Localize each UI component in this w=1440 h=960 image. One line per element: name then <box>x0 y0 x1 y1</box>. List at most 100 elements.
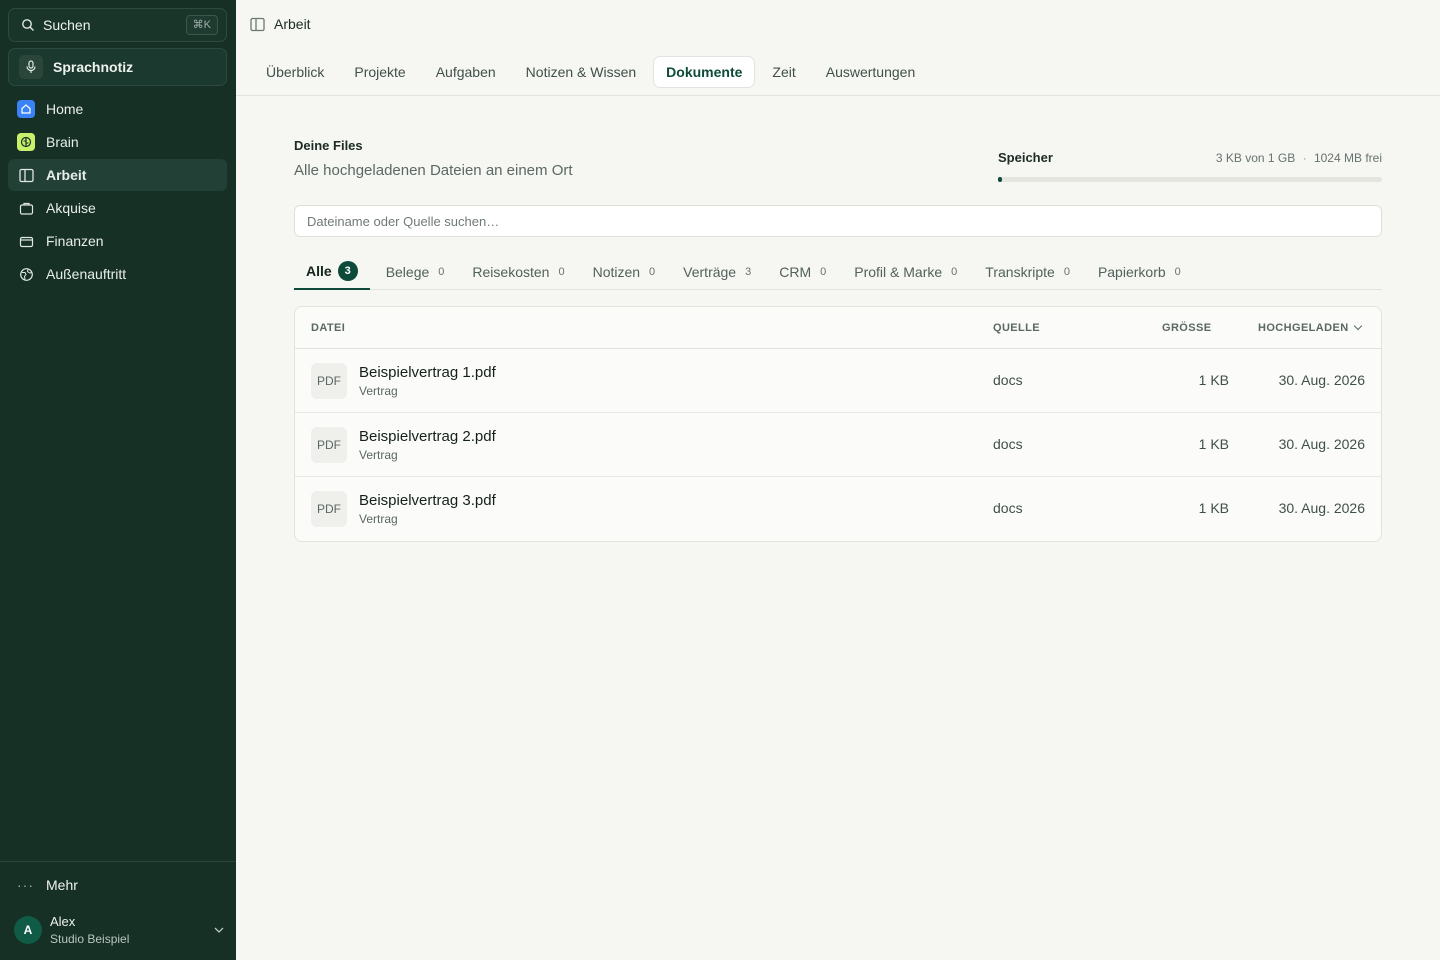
sidebar-item-label: Akquise <box>46 200 96 216</box>
file-source: docs <box>993 500 1023 516</box>
category-tab-4[interactable]: Verträge 3 <box>671 253 763 290</box>
file-size: 1 KB <box>1198 500 1229 516</box>
storage-bar <box>998 177 1382 182</box>
category-tab-label: Profil & Marke <box>854 263 943 280</box>
globe-icon <box>17 265 35 283</box>
file-search-input[interactable] <box>295 206 1381 236</box>
table-row[interactable]: PDF Beispielvertrag 1.pdf Vertrag docs 1 KB 3… <box>295 349 1381 413</box>
main-area: Arbeit Überblick Projekte Aufgaben Notiz… <box>236 0 1440 960</box>
category-tab-label: CRM <box>779 263 812 280</box>
file-category: Vertrag <box>359 448 398 462</box>
category-tab-count: 0 <box>820 265 827 278</box>
sidebar-item-finanzen[interactable]: Finanzen <box>8 225 227 257</box>
sort-chevron-icon <box>1353 321 1362 331</box>
search-label: Suchen <box>43 17 91 33</box>
file-type-badge: PDF <box>311 363 347 399</box>
category-tab-count: 0 <box>649 265 656 278</box>
files-table: DATEI QUELLE GRÖSSE HOCHGELADEN PDF Beisp… <box>294 306 1382 542</box>
category-tab-8[interactable]: Papierkorb 0 <box>1086 253 1193 290</box>
file-source: docs <box>993 372 1023 388</box>
section-title: Deine Files <box>294 138 363 153</box>
top-bar: Arbeit <box>236 0 1440 48</box>
category-tab-label: Notizen <box>592 263 641 280</box>
category-tab-2[interactable]: Reisekosten 0 <box>460 253 576 290</box>
category-tab-count: 3 <box>745 265 752 278</box>
file-search-field[interactable] <box>294 205 1382 237</box>
more-button[interactable]: ··· Mehr <box>17 874 78 896</box>
table-row[interactable]: PDF Beispielvertrag 3.pdf Vertrag docs 1 KB 3… <box>295 477 1381 541</box>
file-source: docs <box>993 436 1023 452</box>
tab-dokumente[interactable]: Dokumente <box>653 55 756 88</box>
category-tab-count: 0 <box>1174 265 1181 278</box>
category-tab-label: Transkripte <box>985 263 1055 280</box>
section-tabs: Überblick Projekte Aufgaben Notizen & Wi… <box>236 48 1440 96</box>
storage-bar-fill <box>998 177 1002 182</box>
category-tab-5[interactable]: CRM 0 <box>767 253 838 290</box>
file-name: Beispielvertrag 2.pdf <box>359 428 496 445</box>
file-uploaded-date: 30. Aug. 2026 <box>1278 500 1365 516</box>
category-tab-count: 3 <box>337 260 358 281</box>
column-header-source[interactable]: QUELLE <box>993 322 1040 334</box>
storage-label: Speicher <box>998 150 1053 165</box>
home-icon <box>17 100 35 118</box>
column-header-size[interactable]: GRÖSSE <box>1162 322 1211 334</box>
user-name: Alex <box>50 914 76 929</box>
sidebar-nav: Home Brain Arbeit Akquise Finanzen Außen… <box>8 93 227 291</box>
category-tab-label: Alle <box>306 262 332 279</box>
category-tab-7[interactable]: Transkripte 0 <box>973 253 1082 290</box>
column-header-uploaded-label: HOCHGELADEN <box>1258 322 1349 334</box>
sidebar-item-label: Brain <box>46 134 79 150</box>
sidebar-item-arbeit[interactable]: Arbeit <box>8 159 227 191</box>
page-title: Arbeit <box>274 16 311 32</box>
storage-info: 3 KB von 1 GB · 1024 MB frei <box>1216 151 1382 165</box>
file-type-badge: PDF <box>311 427 347 463</box>
sidebar-item-brain[interactable]: Brain <box>8 126 227 158</box>
storage-meter: Speicher 3 KB von 1 GB · 1024 MB frei <box>998 150 1382 182</box>
category-tab-1[interactable]: Belege 0 <box>374 253 457 290</box>
sidebar: Suchen ⌘K Sprachnotiz Home Brain Arbeit <box>0 0 236 960</box>
sidebar-item-aussenauftritt[interactable]: Außenauftritt <box>8 258 227 290</box>
file-uploaded-date: 30. Aug. 2026 <box>1278 436 1365 452</box>
storage-used: 3 KB von 1 GB <box>1215 150 1296 165</box>
sidebar-item-akquise[interactable]: Akquise <box>8 192 227 224</box>
file-category: Vertrag <box>359 512 398 526</box>
file-size: 1 KB <box>1198 372 1229 388</box>
category-tab-count: 0 <box>1063 265 1070 278</box>
sidebar-item-label: Außenauftritt <box>46 266 127 282</box>
category-tab-6[interactable]: Profil & Marke 0 <box>842 253 969 290</box>
file-name: Beispielvertrag 1.pdf <box>359 364 496 381</box>
table-body: PDF Beispielvertrag 1.pdf Vertrag docs 1 KB 3… <box>295 349 1381 541</box>
category-tab-3[interactable]: Notizen 0 <box>581 253 668 290</box>
category-tab-label: Papierkorb <box>1097 263 1166 280</box>
avatar: A <box>14 916 42 944</box>
sidebar-item-label: Home <box>46 101 84 117</box>
tab-zeit[interactable]: Zeit <box>759 56 808 88</box>
category-tabs: Alle 3 Belege 0 Reisekosten 0 Notizen 0 Verträge… <box>294 253 1382 290</box>
category-tab-0[interactable]: Alle 3 <box>294 253 370 290</box>
column-header-uploaded[interactable]: HOCHGELADEN <box>1258 321 1362 334</box>
search-icon <box>22 19 34 31</box>
category-tab-label: Reisekosten <box>472 263 550 280</box>
user-menu[interactable]: A Alex Studio Beispiel <box>14 912 224 948</box>
sidebar-search-button[interactable]: Suchen ⌘K <box>8 8 227 42</box>
category-tab-label: Belege <box>385 263 430 280</box>
storage-separator: · <box>1302 150 1307 165</box>
voice-note-button[interactable]: Sprachnotiz <box>8 48 227 86</box>
column-header-file[interactable]: DATEI <box>311 322 345 334</box>
briefcase-icon <box>17 199 35 217</box>
chevron-down-icon <box>214 927 224 933</box>
sidebar-item-label: Finanzen <box>46 233 104 249</box>
sidebar-item-label: Arbeit <box>46 167 87 183</box>
tab-auswertungen[interactable]: Auswertungen <box>813 56 929 88</box>
category-tab-count: 0 <box>438 265 445 278</box>
sidebar-toggle-icon[interactable] <box>250 17 265 32</box>
tab-aufgaben[interactable]: Aufgaben <box>423 56 509 88</box>
category-tab-label: Verträge <box>683 263 737 280</box>
tab-ueberblick[interactable]: Überblick <box>253 56 337 88</box>
tab-notizen-wissen[interactable]: Notizen & Wissen <box>513 56 649 88</box>
sidebar-divider <box>0 861 236 862</box>
sidebar-item-home[interactable]: Home <box>8 93 227 125</box>
table-row[interactable]: PDF Beispielvertrag 2.pdf Vertrag docs 1 KB 3… <box>295 413 1381 477</box>
storage-free: 1024 MB frei <box>1313 150 1382 165</box>
tab-projekte[interactable]: Projekte <box>341 56 418 88</box>
